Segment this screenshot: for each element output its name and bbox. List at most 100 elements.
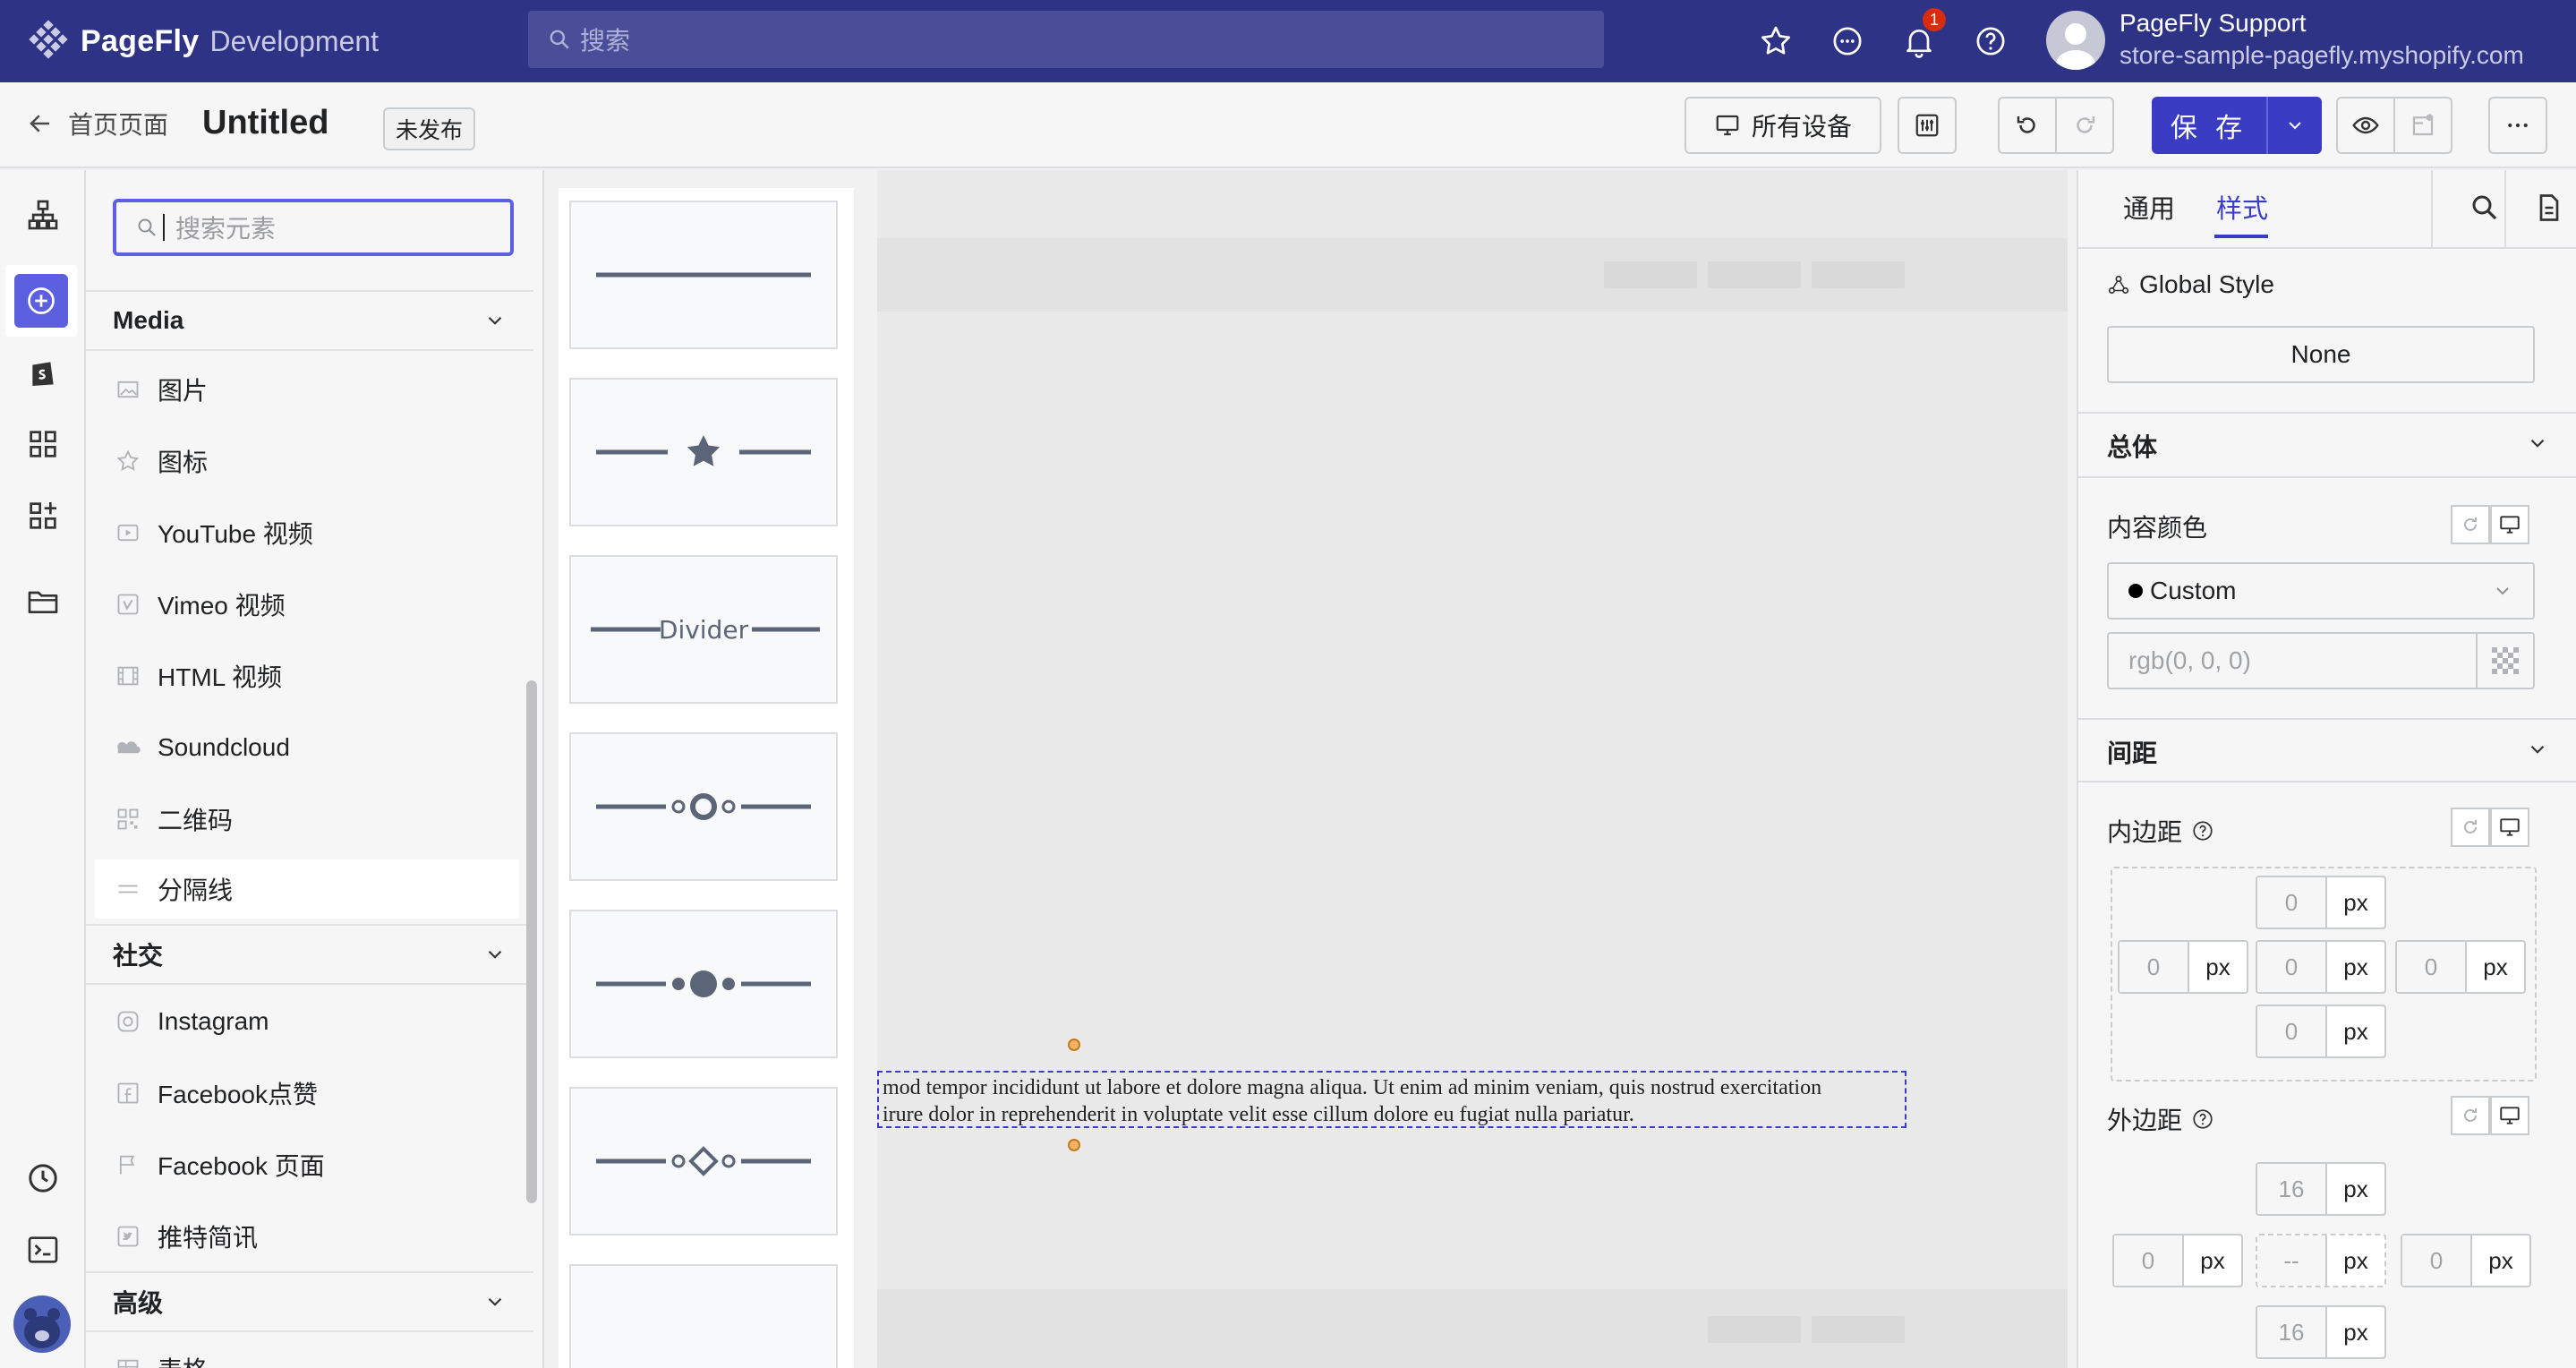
element-item-image[interactable]: 图片	[95, 360, 519, 419]
settings-sliders-button[interactable]	[1898, 97, 1957, 154]
element-item-soundcloud[interactable]: Soundcloud	[95, 718, 519, 777]
grid-icon[interactable]	[25, 426, 61, 462]
padding-bottom-input[interactable]: 0 px	[2256, 1005, 2386, 1058]
add-element-button[interactable]	[5, 265, 77, 337]
chevron-down-icon[interactable]	[2526, 432, 2549, 455]
reset-button[interactable]	[2451, 505, 2490, 544]
element-item-divider[interactable]: 分隔线	[95, 859, 519, 919]
section-title-general[interactable]: 总体	[2107, 428, 2157, 464]
chevron-down-icon[interactable]	[2526, 738, 2549, 761]
element-panel: 搜索元素 Media 图片 图标 YouTube 视频 Vimeo 视频 HTM…	[86, 170, 544, 1368]
user-avatar[interactable]	[2046, 11, 2105, 70]
page-title[interactable]: Untitled	[202, 104, 328, 142]
folder-icon[interactable]	[25, 584, 61, 620]
padding-left-input[interactable]: 0 px	[2118, 940, 2248, 994]
pagefly-logo[interactable]: PageFly Development	[27, 20, 379, 63]
element-search-input[interactable]: 搜索元素	[113, 199, 514, 256]
global-style-icon	[2108, 275, 2129, 295]
selected-text-block[interactable]: mod tempor incididunt ut labore et dolor…	[877, 1071, 1906, 1128]
search-placeholder: 搜索	[580, 27, 631, 55]
margin-label: 外边距	[2107, 1107, 2183, 1134]
device-toggle-button[interactable]	[2490, 808, 2529, 847]
reset-button[interactable]	[2451, 808, 2490, 847]
element-item-youtube[interactable]: YouTube 视频	[95, 503, 519, 562]
editor-canvas[interactable]: mod tempor incididunt ut labore et dolor…	[877, 170, 2068, 1368]
terminal-icon[interactable]	[25, 1232, 61, 1268]
margin-bottom-input[interactable]: 16 px	[2256, 1305, 2386, 1359]
margin-top-input[interactable]: 16 px	[2256, 1162, 2386, 1216]
qr-icon	[117, 808, 139, 830]
document-icon[interactable]	[2533, 192, 2565, 224]
element-item-facebook-page[interactable]: Facebook 页面	[95, 1135, 519, 1194]
element-item-vimeo[interactable]: Vimeo 视频	[95, 575, 519, 634]
color-mode-value: Custom	[2150, 577, 2237, 604]
device-toggle-button[interactable]	[2490, 505, 2529, 544]
element-item-label: YouTube 视频	[158, 520, 313, 548]
section-header-media[interactable]: Media	[86, 290, 533, 351]
sitemap-icon[interactable]	[25, 197, 61, 233]
element-item-twitter[interactable]: 推特简讯	[95, 1207, 519, 1266]
section-title-spacing[interactable]: 间距	[2107, 734, 2157, 770]
redo-button[interactable]	[2055, 97, 2114, 154]
divider-variant-text[interactable]: Divider	[569, 555, 838, 704]
unit: px	[2343, 1246, 2368, 1274]
publish-button[interactable]	[2393, 97, 2452, 154]
element-item-instagram[interactable]: Instagram	[95, 992, 519, 1051]
global-search-input[interactable]: 搜索	[528, 11, 1604, 68]
element-item-qrcode[interactable]: 二维码	[95, 790, 519, 849]
device-selector-button[interactable]: 所有设备	[1685, 97, 1881, 154]
star-icon[interactable]	[1758, 23, 1794, 59]
margin-all-input[interactable]: -- px	[2256, 1234, 2386, 1287]
mascot-avatar-icon[interactable]	[13, 1295, 72, 1354]
global-style-select[interactable]: None	[2107, 326, 2535, 383]
clock-icon[interactable]	[25, 1160, 61, 1196]
divider-variant-star[interactable]	[569, 378, 838, 526]
divider-variant-plain-line[interactable]	[569, 201, 838, 349]
color-picker-button[interactable]	[2476, 634, 2533, 688]
element-item-table[interactable]: 表格	[95, 1339, 519, 1368]
element-item-label: 推特简讯	[158, 1224, 259, 1252]
back-link[interactable]: 首页页面	[27, 106, 168, 141]
divider-variant-filled-dots[interactable]	[569, 910, 838, 1058]
reset-button[interactable]	[2451, 1096, 2490, 1135]
undo-button[interactable]	[1998, 97, 2057, 154]
style-inspector: 通用 样式 Global Style None 总体 内容颜色 Custom r…	[2077, 170, 2576, 1368]
divider-variant-diamond-outline[interactable]	[569, 1087, 838, 1235]
resize-handle-bottom[interactable]	[1068, 1139, 1080, 1151]
element-panel-scrollbar[interactable]	[526, 680, 537, 1203]
divider-variant-ring-dots[interactable]	[569, 732, 838, 881]
color-mode-select[interactable]: Custom	[2107, 562, 2535, 620]
search-icon[interactable]	[2469, 192, 2501, 224]
tab-style[interactable]: 样式	[2216, 188, 2268, 226]
element-item-facebook-like[interactable]: Facebook点赞	[95, 1064, 519, 1123]
help-icon[interactable]	[2191, 819, 2214, 842]
element-item-icon[interactable]: 图标	[95, 432, 519, 491]
divider-variant-diamond-filled[interactable]	[569, 1264, 838, 1368]
element-item-html-video[interactable]: HTML 视频	[95, 646, 519, 705]
chat-icon[interactable]	[1830, 23, 1865, 59]
padding-right-input[interactable]: 0 px	[2395, 940, 2526, 994]
reset-icon	[2464, 517, 2477, 531]
resize-handle-top[interactable]	[1068, 1039, 1080, 1051]
device-toggle-button[interactable]	[2490, 1096, 2529, 1135]
padding-top-input[interactable]: 0 px	[2256, 876, 2386, 929]
margin-right-input[interactable]: 0 px	[2401, 1234, 2531, 1287]
section-header-social[interactable]: 社交	[86, 924, 533, 985]
help-icon[interactable]	[2191, 1107, 2214, 1131]
help-icon[interactable]	[1973, 23, 2009, 59]
margin-left-input[interactable]: 0 px	[2112, 1234, 2243, 1287]
color-value-input[interactable]: rgb(0, 0, 0)	[2107, 632, 2535, 689]
padding-all-input[interactable]: 0 px	[2256, 940, 2386, 994]
user-info[interactable]: PageFly Support store-sample-pagefly.mys…	[2120, 7, 2524, 72]
section-header-advanced[interactable]: 高级	[86, 1271, 533, 1332]
shopify-bag-icon[interactable]	[25, 355, 61, 390]
save-button[interactable]: 保 存	[2152, 97, 2322, 154]
preview-button[interactable]	[2336, 97, 2395, 154]
apps-add-icon[interactable]	[25, 498, 61, 534]
value: 0	[2257, 1006, 2327, 1056]
padding-label-row: 内边距	[2107, 813, 2214, 849]
tab-general[interactable]: 通用	[2123, 188, 2175, 226]
save-options-dropdown[interactable]	[2266, 97, 2322, 154]
value: 0	[2114, 1235, 2184, 1286]
more-options-button[interactable]	[2488, 97, 2547, 154]
